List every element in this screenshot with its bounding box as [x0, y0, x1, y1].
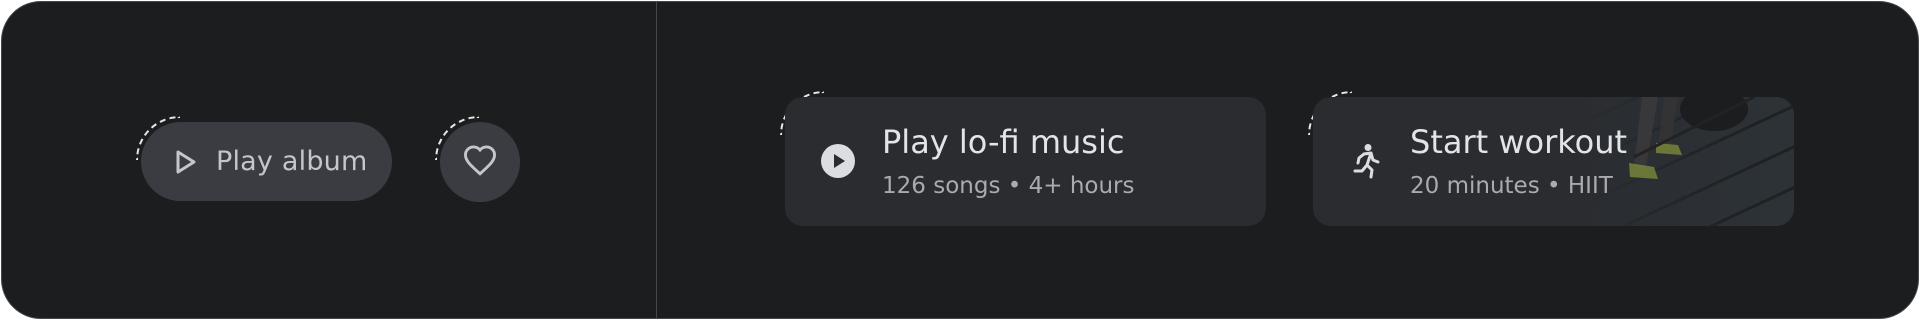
- start-workout-card[interactable]: Start workout 20 minutes • HIIT: [1313, 97, 1794, 226]
- card-title: Play lo-fi music: [882, 123, 1125, 161]
- play-outline-icon: [172, 148, 200, 176]
- workout-background-image: [1554, 97, 1794, 226]
- panel-divider: [656, 2, 657, 318]
- card-title: Start workout: [1410, 123, 1628, 161]
- play-album-label: Play album: [216, 146, 368, 177]
- card-subtitle: 20 minutes • HIIT: [1410, 173, 1613, 199]
- play-lofi-card[interactable]: Play lo-fi music 126 songs • 4+ hours: [785, 97, 1266, 226]
- favorite-button[interactable]: [440, 122, 520, 202]
- running-figure-icon: [1348, 143, 1384, 179]
- card-subtitle: 126 songs • 4+ hours: [882, 173, 1135, 199]
- play-album-button[interactable]: Play album: [141, 122, 392, 201]
- play-circle-icon: [820, 143, 856, 179]
- component-showcase: Play album Play lo-fi music 126 songs • …: [1, 1, 1919, 319]
- heart-outline-icon: [462, 144, 498, 180]
